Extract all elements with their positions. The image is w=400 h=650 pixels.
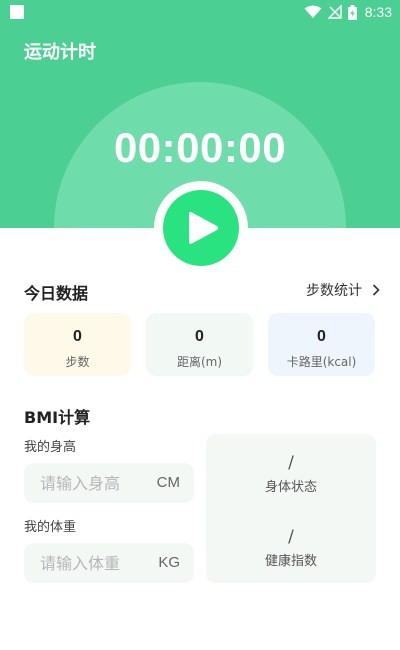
start-timer-button[interactable] <box>154 181 248 275</box>
height-input[interactable] <box>40 473 150 493</box>
height-label: 我的身高 <box>24 440 77 455</box>
height-input-box: CM <box>24 463 194 503</box>
distance-card: 0 距离(m) <box>146 313 253 376</box>
body-status-value: / <box>288 453 294 473</box>
bmi-result-panel: / 身体状态 / 健康指数 <box>206 434 376 583</box>
battery-icon <box>347 4 357 20</box>
distance-value: 0 <box>195 328 204 345</box>
step-stats-label: 步数统计 <box>306 283 362 299</box>
status-time: 8:33 <box>364 4 392 20</box>
weight-input-box: KG <box>24 543 194 583</box>
timer-display: 00:00:00 <box>113 124 287 171</box>
calories-card: 0 卡路里(kcal) <box>268 313 375 376</box>
distance-label: 距离(m) <box>176 355 223 369</box>
status-bar: 8:33 <box>0 0 400 24</box>
chevron-right-icon <box>372 284 380 296</box>
steps-card: 0 步数 <box>24 313 131 376</box>
health-index-label: 健康指数 <box>264 554 317 569</box>
app-screen: 8:33 运动计时 00:00:00 今日数据 步数统计 0 步数 0 距离(m… <box>0 0 400 650</box>
step-stats-link[interactable]: 步数统计 <box>306 280 380 300</box>
weight-label: 我的体重 <box>24 520 77 535</box>
play-icon <box>189 212 219 244</box>
height-unit: CM <box>156 474 180 491</box>
wifi-icon <box>304 5 322 18</box>
steps-label: 步数 <box>65 355 90 369</box>
weight-input[interactable] <box>40 553 150 573</box>
bmi-section-title: BMI计算 <box>24 408 91 427</box>
app-square-icon <box>10 5 24 19</box>
weight-unit: KG <box>158 554 180 571</box>
health-index-value: / <box>288 527 294 547</box>
calories-value: 0 <box>317 328 326 345</box>
no-signal-icon <box>327 5 342 19</box>
play-button-core <box>163 190 239 266</box>
calories-label: 卡路里(kcal) <box>286 355 357 369</box>
steps-value: 0 <box>73 328 82 345</box>
status-icons: 8:33 <box>304 2 392 22</box>
page-title: 运动计时 <box>24 42 96 63</box>
today-section-title: 今日数据 <box>24 284 89 303</box>
body-status-label: 身体状态 <box>264 480 317 495</box>
